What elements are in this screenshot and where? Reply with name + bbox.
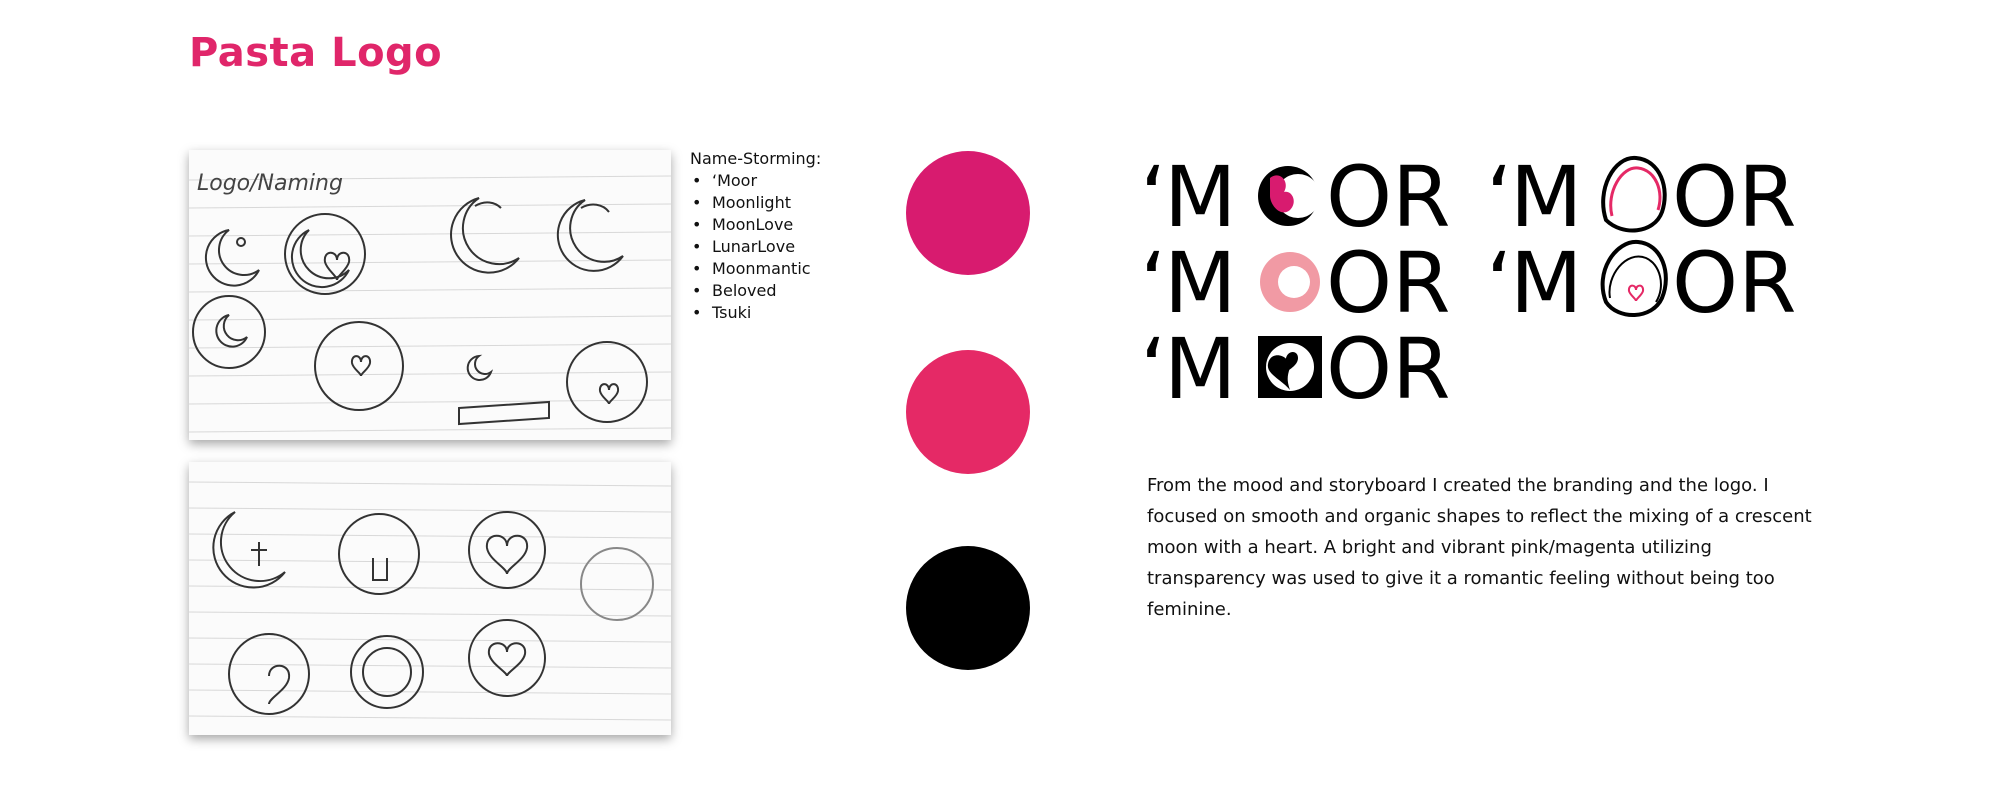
logo-apostrophe: ‘ (1486, 234, 1513, 332)
pink-moon-icon (1260, 252, 1320, 312)
logo-variant-5: ‘ M OR (1140, 320, 1450, 418)
block-heart-icon (1258, 336, 1322, 398)
name-storming-list: Name-Storming: ‘Moor Moonlight MoonLove … (690, 148, 821, 324)
color-swatch-black (906, 546, 1030, 670)
logo-m: M (1164, 234, 1236, 332)
logo-or: OR (1326, 320, 1450, 418)
logo-variant-3: ‘ M OR (1140, 234, 1450, 332)
logo-m: M (1164, 320, 1236, 418)
moon-outline-icon (1601, 155, 1667, 233)
logo-apostrophe: ‘ (1140, 148, 1167, 246)
sketch-caption: Logo/Naming (197, 171, 343, 196)
color-swatch-magenta (906, 151, 1030, 275)
moon-heart-icon (1258, 166, 1320, 226)
logo-variant-4: ‘ M OR (1486, 234, 1796, 332)
sketch-photo-bottom (189, 462, 671, 735)
description-text: From the mood and storyboard I created t… (1147, 475, 1812, 620)
list-item: Beloved (690, 280, 821, 302)
logo-m: M (1510, 148, 1582, 246)
logo-or: OR (1326, 148, 1450, 246)
logo-variants: ‘ M OR ‘ M OR ‘ M OR ‘ M OR ‘ M OR (1140, 148, 1796, 418)
sketch-drawing-bottom (189, 481, 671, 721)
list-item: MoonLove (690, 214, 821, 236)
logo-apostrophe: ‘ (1140, 320, 1167, 418)
list-item: LunarLove (690, 236, 821, 258)
list-item: Tsuki (690, 302, 821, 324)
logo-variant-1: ‘ M OR (1140, 148, 1450, 246)
sketch-photo-top: Logo/Naming (189, 150, 671, 440)
logo-apostrophe: ‘ (1486, 148, 1513, 246)
sketch-drawing-top: Logo/Naming (189, 171, 671, 433)
logo-m: M (1510, 234, 1582, 332)
scribble-heart-icon (1600, 239, 1668, 317)
name-storming-heading: Name-Storming: (690, 149, 822, 168)
logo-variant-2: ‘ M OR (1486, 148, 1796, 246)
logo-or: OR (1672, 234, 1796, 332)
list-item: ‘Moor (690, 170, 821, 192)
list-item: Moonmantic (690, 258, 821, 280)
list-item: Moonlight (690, 192, 821, 214)
page-title: Pasta Logo (189, 30, 443, 76)
logo-or: OR (1672, 148, 1796, 246)
logo-apostrophe: ‘ (1140, 234, 1167, 332)
logo-m: M (1164, 148, 1236, 246)
color-swatch-pink (906, 350, 1030, 474)
logo-or: OR (1326, 234, 1450, 332)
